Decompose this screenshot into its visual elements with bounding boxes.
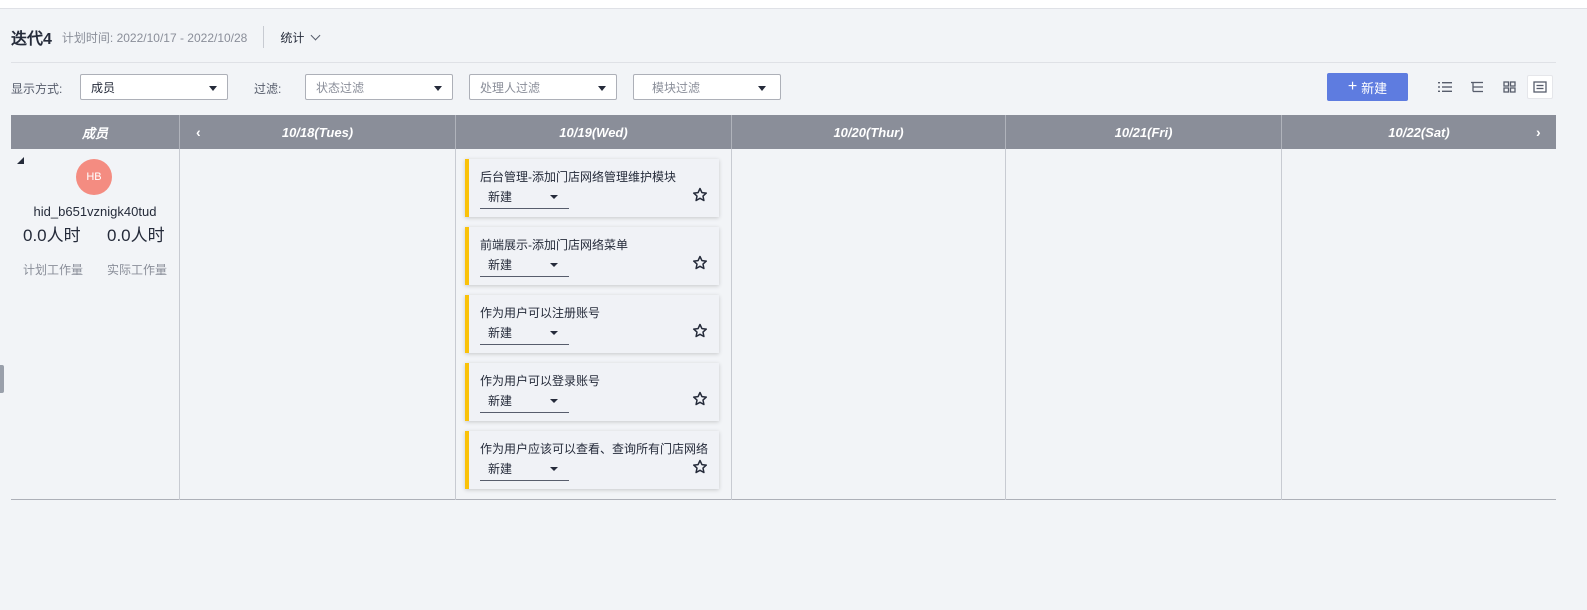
star-icon[interactable] [692,187,708,203]
board-body: HB hid_b651vznigk40tud 0.0人时 0.0人时 计划工作量… [11,149,1556,500]
day-header: 10/18(Tues) [281,124,354,140]
chevron-down-icon [310,30,321,40]
card-status-value: 新建 [488,394,513,408]
caret-down-icon [434,86,442,91]
caret-down-icon [550,195,558,199]
card-status-select[interactable]: 新建 [480,321,569,345]
caret-down-icon [209,86,217,91]
side-panel-toggle[interactable] [0,365,4,393]
card-status-value: 新建 [488,258,513,272]
caret-down-icon [550,399,558,403]
star-icon[interactable] [692,459,708,475]
list-view-icon[interactable] [1432,75,1458,99]
member-column-header: 成员 [81,125,108,141]
member-name: hid_b651vznigk40tud [33,204,157,219]
star-icon[interactable] [692,391,708,407]
card-status-select[interactable]: 新建 [480,389,569,413]
display-mode-select[interactable]: 成员 [80,74,228,100]
stats-dropdown[interactable]: 统计 [280,29,321,46]
iteration-title: 迭代4 [11,31,52,48]
tree-view-icon[interactable] [1464,75,1490,99]
next-arrow-icon[interactable]: › [1536,124,1541,140]
status-filter-placeholder: 状态过滤 [316,80,365,95]
actual-hours-label: 实际工作量 [107,263,168,277]
card-status-select[interactable]: 新建 [480,185,569,209]
plus-icon: + [1347,78,1358,95]
work-item-card[interactable]: 作为用户可以登录账号 新建 [465,363,719,421]
avatar: HB [76,159,112,195]
display-mode-label: 显示方式: [11,82,63,96]
day-header: 10/19(Wed) [559,124,628,140]
new-button-label: 新建 [1361,80,1388,96]
new-button[interactable]: + 新建 [1327,73,1408,101]
caret-down-icon [598,86,606,91]
card-title[interactable]: 作为用户可以注册账号 [480,304,600,321]
day-header: 10/22(Sat) [1388,124,1450,140]
calendar-view-icon[interactable] [1527,75,1553,99]
top-bar [0,0,1587,9]
board-header: 成员 ‹ 10/18(Tues) 10/19(Wed) 10/20(Thur) … [11,115,1556,149]
card-status-value: 新建 [488,462,513,476]
divider [179,149,180,500]
divider [1005,149,1006,500]
divider [1281,149,1282,500]
module-filter-placeholder: 模块过滤 [652,80,701,95]
filter-label: 过滤: [254,82,282,96]
filter-bar: 显示方式: 成员 过滤: 状态过滤 处理人过滤 模块过滤 + 新建 [11,73,1556,101]
card-title[interactable]: 前端展示-添加门店网络菜单 [480,236,628,253]
caret-down-icon [550,331,558,335]
actual-hours: 0.0人时 [107,226,165,245]
caret-down-icon [758,86,766,91]
card-status-select[interactable]: 新建 [480,457,569,481]
iteration-header: 迭代4 计划时间: 2022/10/17 - 2022/10/28 统计 [11,24,321,50]
card-title[interactable]: 作为用户可以登录账号 [480,372,600,389]
planned-hours-label: 计划工作量 [23,263,84,277]
display-mode-value: 成员 [91,80,116,95]
work-item-card[interactable]: 前端展示-添加门店网络菜单 新建 [465,227,719,285]
card-status-value: 新建 [488,326,513,340]
card-title[interactable]: 作为用户应该可以查看、查询所有门店网络 [480,440,708,457]
caret-down-icon [550,263,558,267]
planned-hours: 0.0人时 [23,226,81,245]
day-header: 10/21(Fri) [1114,124,1173,140]
work-item-card[interactable]: 作为用户可以注册账号 新建 [465,295,719,353]
assignee-filter-select[interactable]: 处理人过滤 [469,74,617,100]
star-icon[interactable] [692,323,708,339]
star-icon[interactable] [692,255,708,271]
caret-down-icon [550,467,558,471]
divider [455,149,456,500]
collapse-icon[interactable] [17,157,24,164]
card-title[interactable]: 后台管理-添加门店网络管理维护模块 [480,168,676,185]
divider [11,62,1556,63]
divider [731,149,732,500]
assignee-filter-placeholder: 处理人过滤 [480,80,541,95]
plan-time: 计划时间: 2022/10/17 - 2022/10/28 [61,30,248,45]
card-status-value: 新建 [488,190,513,204]
work-item-card[interactable]: 作为用户应该可以查看、查询所有门店网络 新建 [465,431,719,489]
work-item-card[interactable]: 后台管理-添加门店网络管理维护模块 新建 [465,159,719,217]
card-status-select[interactable]: 新建 [480,253,569,277]
status-filter-select[interactable]: 状态过滤 [305,74,453,100]
stats-label: 统计 [280,30,305,45]
module-filter-select[interactable]: 模块过滤 [633,74,781,100]
card-view-icon[interactable] [1496,75,1522,99]
divider [263,26,265,48]
member-calendar-board: 成员 ‹ 10/18(Tues) 10/19(Wed) 10/20(Thur) … [11,115,1556,500]
day-header: 10/20(Thur) [833,124,904,140]
